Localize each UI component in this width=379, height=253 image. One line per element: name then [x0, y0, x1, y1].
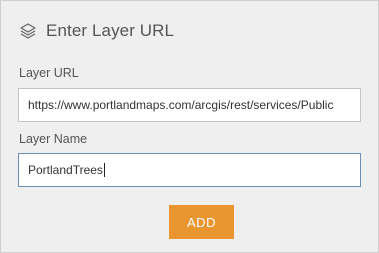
text-caret — [103, 163, 105, 177]
panel-header: Enter Layer URL — [19, 20, 174, 42]
add-button[interactable]: ADD — [169, 205, 234, 239]
layer-name-value: PortlandTrees — [28, 163, 103, 177]
layers-icon — [19, 22, 37, 40]
panel-title: Enter Layer URL — [46, 21, 175, 40]
layer-name-label: Layer Name — [19, 132, 88, 146]
layer-url-label: Layer URL — [19, 66, 79, 80]
layer-name-input[interactable]: PortlandTrees — [18, 153, 361, 187]
enter-layer-url-panel: Enter Layer URL Layer URL https://www.po… — [0, 0, 379, 253]
layer-url-input[interactable]: https://www.portlandmaps.com/arcgis/rest… — [18, 88, 361, 122]
layer-url-value: https://www.portlandmaps.com/arcgis/rest… — [28, 98, 334, 112]
